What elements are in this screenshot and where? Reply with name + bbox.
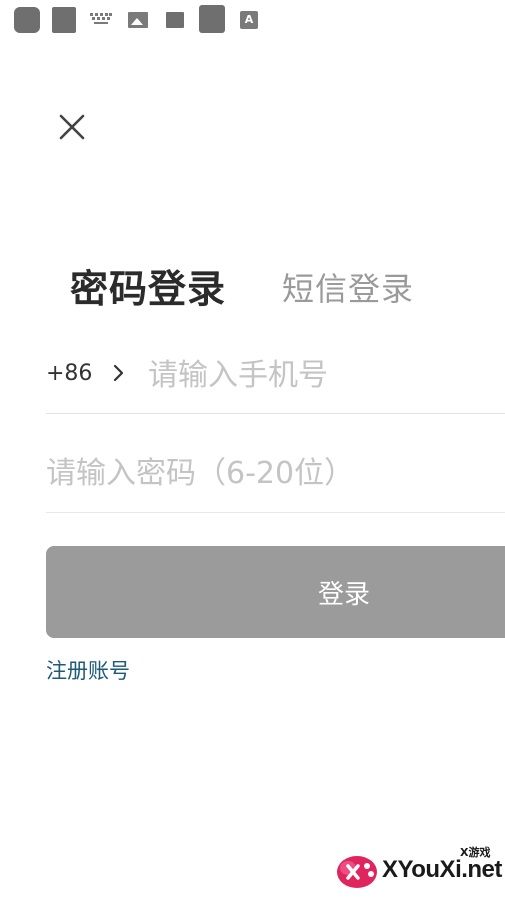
login-button[interactable]: 登录 [46,546,505,638]
keyboard-icon [90,13,112,25]
password-input[interactable] [46,451,486,495]
country-code-selector[interactable]: +86 [46,361,92,386]
image-icon [128,12,148,28]
register-link[interactable]: 注册账号 [46,655,130,685]
app-icon [52,7,76,33]
app-icon [14,7,40,33]
login-button-label: 登录 [318,580,371,610]
close-button[interactable] [55,110,89,144]
watermark-text: XYouXi.net [382,856,502,883]
status-bar [14,5,314,33]
phone-input[interactable] [148,354,488,396]
tab-password-login[interactable]: 密码登录 [70,258,226,313]
password-field [46,413,505,513]
phone-field: +86 [46,340,505,414]
watermark-logo-icon [337,856,377,888]
watermark: X游戏 XYouXi.net [334,840,504,896]
text-icon [240,11,258,29]
chevron-right-icon[interactable] [112,362,126,384]
app-icon [199,5,225,33]
close-icon [59,114,85,140]
tab-sms-login[interactable]: 短信登录 [282,264,414,310]
square-icon [166,12,184,28]
